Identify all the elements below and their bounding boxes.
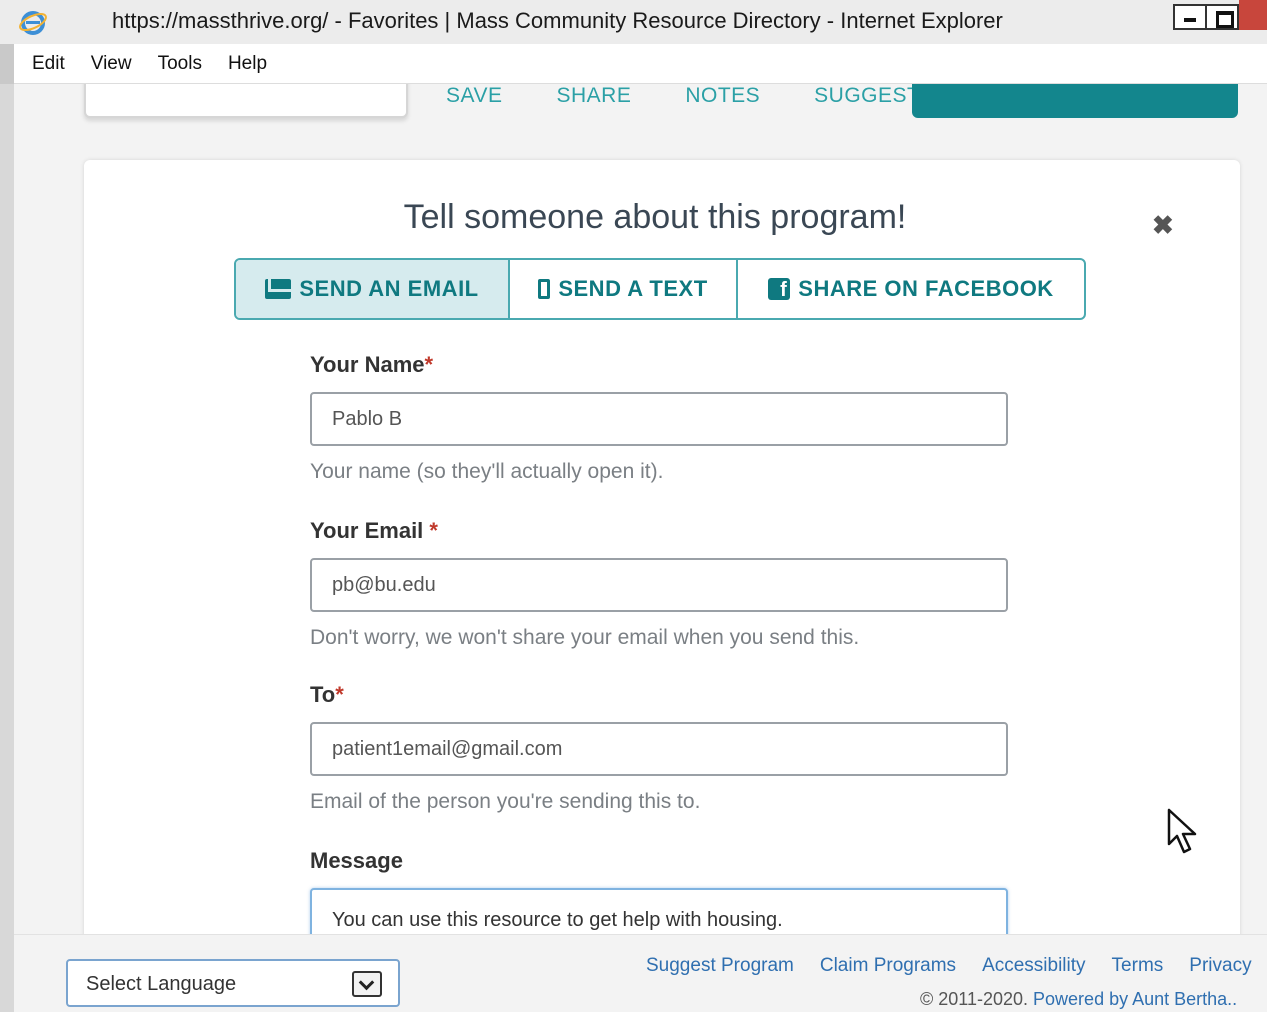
required-mark: * (429, 518, 438, 543)
menu-edit[interactable]: Edit (32, 53, 65, 75)
suggest-link[interactable]: SUGGEST (814, 84, 920, 108)
share-tabs: SEND AN EMAIL SEND A TEXT f SHARE ON FAC… (234, 258, 1086, 320)
terms-link[interactable]: Terms (1112, 955, 1164, 977)
next-steps-button[interactable] (912, 84, 1238, 118)
save-link[interactable]: SAVE (446, 84, 502, 108)
facebook-icon: f (768, 278, 791, 301)
your-email-label: Your Email * (310, 518, 438, 544)
share-link[interactable]: SHARE (556, 84, 631, 108)
mouse-cursor-icon (1167, 808, 1197, 854)
to-help: Email of the person you're sending this … (310, 790, 701, 813)
copyright-text: © 2011-2020. (920, 989, 1029, 1009)
window-left-border (0, 84, 14, 1012)
copyright: © 2011-2020. Powered by Aunt Bertha.. (920, 989, 1237, 1010)
message-label: Message (310, 848, 403, 873)
window-controls (1173, 4, 1239, 30)
modal-title: Tell someone about this program! (403, 198, 907, 236)
suggest-program-link[interactable]: Suggest Program (646, 955, 794, 977)
your-name-label-text: Your Name (310, 352, 425, 377)
tab-share-facebook-label: SHARE ON FACEBOOK (798, 276, 1054, 301)
your-email-label-text: Your Email (310, 518, 424, 543)
window-title: https://massthrive.org/ - Favorites | Ma… (112, 8, 1003, 33)
footer-links: Suggest Program Claim Programs Accessibi… (646, 955, 1252, 977)
claim-programs-link[interactable]: Claim Programs (820, 955, 956, 977)
tab-share-facebook[interactable]: f SHARE ON FACEBOOK (738, 260, 1084, 318)
notes-link[interactable]: NOTES (685, 84, 760, 108)
to-label-text: To (310, 682, 336, 707)
language-select[interactable]: Select Language (66, 959, 400, 1007)
more-info-button[interactable] (84, 84, 408, 118)
window-titlebar: https://massthrive.org/ - Favorites | Ma… (0, 0, 1267, 44)
phone-icon (538, 279, 551, 299)
close-icon[interactable]: ✖ (1152, 210, 1174, 241)
accessibility-link[interactable]: Accessibility (982, 955, 1085, 977)
to-label: To* (310, 682, 344, 708)
tab-send-text[interactable]: SEND A TEXT (510, 260, 738, 318)
internet-explorer-icon (19, 11, 47, 35)
menu-bar: Edit View Tools Help (14, 44, 1267, 84)
powered-by-link[interactable]: Powered by Aunt Bertha.. (1033, 989, 1237, 1009)
maximize-button[interactable] (1205, 4, 1239, 30)
envelope-icon (265, 279, 292, 299)
required-mark: * (424, 352, 434, 377)
menu-tools[interactable]: Tools (158, 53, 202, 75)
your-name-help: Your name (so they'll actually open it). (310, 460, 664, 483)
menu-help[interactable]: Help (228, 53, 267, 75)
page-content: SAVE SHARE NOTES SUGGEST Tell someone ab… (14, 84, 1267, 1012)
privacy-link[interactable]: Privacy (1189, 955, 1251, 977)
required-mark: * (335, 682, 344, 707)
language-select-value: Select Language (86, 973, 237, 995)
close-window-button[interactable] (1239, 0, 1267, 30)
share-modal: Tell someone about this program! ✖ SEND … (84, 160, 1240, 1012)
tab-send-email[interactable]: SEND AN EMAIL (236, 260, 510, 318)
your-email-input[interactable] (310, 558, 1008, 612)
your-email-help: Don't worry, we won't share your email w… (310, 626, 860, 649)
minimize-button[interactable] (1173, 4, 1207, 30)
tab-send-text-label: SEND A TEXT (558, 276, 708, 301)
tab-send-email-label: SEND AN EMAIL (299, 276, 479, 301)
menu-view[interactable]: View (91, 53, 132, 75)
page-footer: Select Language Suggest Program Claim Pr… (14, 934, 1267, 1012)
your-name-input[interactable] (310, 392, 1008, 446)
your-name-label: Your Name* (310, 352, 433, 378)
to-input[interactable] (310, 722, 1008, 776)
action-links: SAVE SHARE NOTES SUGGEST (446, 84, 920, 108)
chevron-down-icon[interactable] (352, 971, 382, 997)
